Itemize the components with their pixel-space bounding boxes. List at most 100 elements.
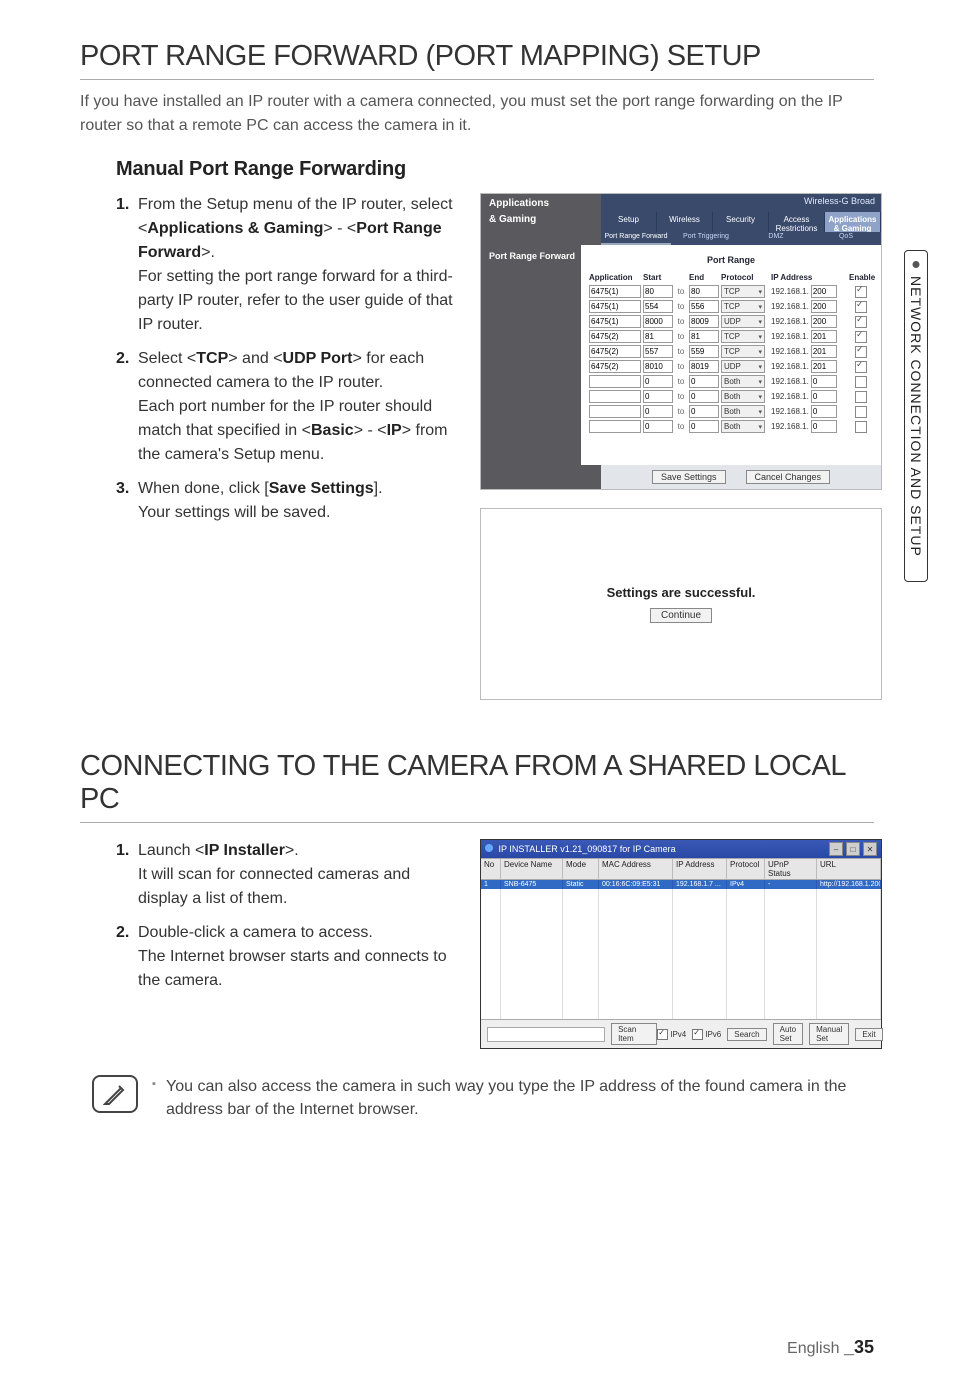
app-input[interactable] xyxy=(589,405,641,418)
start-input[interactable] xyxy=(643,330,673,343)
enable-checkbox[interactable] xyxy=(855,331,867,343)
protocol-select[interactable]: TCP▾ xyxy=(721,285,765,298)
enable-checkbox[interactable] xyxy=(855,406,867,418)
protocol-select[interactable]: TCP▾ xyxy=(721,330,765,343)
enable-checkbox[interactable] xyxy=(855,316,867,328)
ip-input[interactable] xyxy=(811,360,837,373)
start-input[interactable] xyxy=(643,390,673,403)
start-input[interactable] xyxy=(643,405,673,418)
end-input[interactable] xyxy=(689,285,719,298)
end-input[interactable] xyxy=(689,360,719,373)
end-input[interactable] xyxy=(689,300,719,313)
ip-input[interactable] xyxy=(811,390,837,403)
ip-input[interactable] xyxy=(811,345,837,358)
end-input[interactable] xyxy=(689,345,719,358)
end-input[interactable] xyxy=(689,315,719,328)
start-input[interactable] xyxy=(643,375,673,388)
close-icon[interactable]: ✕ xyxy=(863,842,877,856)
protocol-select[interactable]: Both▾ xyxy=(721,390,765,403)
step-3-line2: Your settings will be saved. xyxy=(138,504,330,521)
ip-input[interactable] xyxy=(811,315,837,328)
enable-checkbox[interactable] xyxy=(855,346,867,358)
ipi-ipv6-checkbox[interactable]: IPv6 xyxy=(692,1029,721,1040)
protocol-select[interactable]: Both▾ xyxy=(721,405,765,418)
minimize-icon[interactable]: – xyxy=(829,842,843,856)
continue-button[interactable]: Continue xyxy=(650,608,712,623)
end-input[interactable] xyxy=(689,420,719,433)
app-input[interactable] xyxy=(589,375,641,388)
enable-checkbox[interactable] xyxy=(855,421,867,433)
app-input[interactable] xyxy=(589,315,641,328)
enable-checkbox[interactable] xyxy=(855,391,867,403)
ipi-scan-item-button[interactable]: Scan Item xyxy=(611,1023,657,1045)
app-input[interactable] xyxy=(589,300,641,313)
router-subtab-prf[interactable]: Port Range Forward xyxy=(601,232,671,245)
app-input[interactable] xyxy=(589,345,641,358)
protocol-select[interactable]: Both▾ xyxy=(721,375,765,388)
router-subtab-pt[interactable]: Port Triggering xyxy=(671,232,741,245)
router-tab-security[interactable]: Security xyxy=(713,212,769,232)
app-input[interactable] xyxy=(589,285,641,298)
to-label: to xyxy=(675,392,687,401)
ip-input[interactable] xyxy=(811,375,837,388)
router-tab-setup[interactable]: Setup xyxy=(601,212,657,232)
ip-input[interactable] xyxy=(811,300,837,313)
router-tab-wireless[interactable]: Wireless xyxy=(657,212,713,232)
ip-input[interactable] xyxy=(811,405,837,418)
chevron-down-icon: ▾ xyxy=(758,288,762,296)
router-brand: Wireless-G Broad xyxy=(601,194,881,212)
end-input[interactable] xyxy=(689,390,719,403)
ipi-ipv4-checkbox[interactable]: IPv4 xyxy=(657,1029,686,1040)
protocol-select[interactable]: UDP▾ xyxy=(721,360,765,373)
step-1: 1. From the Setup menu of the IP router,… xyxy=(116,193,460,337)
ip-input[interactable] xyxy=(811,330,837,343)
start-input[interactable] xyxy=(643,285,673,298)
router-cancel-changes-button[interactable]: Cancel Changes xyxy=(746,470,831,484)
start-input[interactable] xyxy=(643,360,673,373)
router-th-app: Application xyxy=(589,273,641,282)
protocol-select[interactable]: Both▾ xyxy=(721,420,765,433)
maximize-icon[interactable]: □ xyxy=(846,842,860,856)
protocol-select[interactable]: TCP▾ xyxy=(721,345,765,358)
start-input[interactable] xyxy=(643,345,673,358)
app-input[interactable] xyxy=(589,420,641,433)
subheading-manual-prf: Manual Port Range Forwarding xyxy=(116,158,874,181)
ipi-scan-input[interactable] xyxy=(487,1027,605,1042)
ipi-search-button[interactable]: Search xyxy=(727,1028,766,1041)
ip-input[interactable] xyxy=(811,285,837,298)
ipi-camera-row[interactable]: 1 SNB-6475 Static 00:16:6C:09:E5:31 192.… xyxy=(481,880,881,889)
app-input[interactable] xyxy=(589,360,641,373)
router-tab-access[interactable]: Access Restrictions xyxy=(769,212,825,232)
enable-checkbox[interactable] xyxy=(855,376,867,388)
footer-language: English xyxy=(787,1340,839,1357)
enable-checkbox[interactable] xyxy=(855,361,867,373)
enable-checkbox[interactable] xyxy=(855,286,867,298)
router-subtab-qos[interactable]: QoS xyxy=(811,232,881,245)
ip-prefix: 192.168.1. xyxy=(771,287,809,296)
router-subtab-dmz[interactable]: DMZ xyxy=(741,232,811,245)
stepb-1-line2: It will scan for connected cameras and d… xyxy=(138,866,410,907)
step-2-number: 2. xyxy=(116,347,129,371)
ipi-manualset-button[interactable]: Manual Set xyxy=(809,1023,849,1045)
app-input[interactable] xyxy=(589,330,641,343)
ip-input[interactable] xyxy=(811,420,837,433)
app-input[interactable] xyxy=(589,390,641,403)
start-input[interactable] xyxy=(643,420,673,433)
stepb-2-number: 2. xyxy=(116,921,129,945)
end-input[interactable] xyxy=(689,405,719,418)
ipi-cell-mac: 00:16:6C:09:E5:31 xyxy=(599,880,673,889)
start-input[interactable] xyxy=(643,300,673,313)
ipi-autoset-button[interactable]: Auto Set xyxy=(773,1023,803,1045)
router-tab-apps-gaming[interactable]: Applications & Gaming xyxy=(825,212,881,232)
router-save-settings-button[interactable]: Save Settings xyxy=(652,470,726,484)
protocol-select[interactable]: UDP▾ xyxy=(721,315,765,328)
to-label: to xyxy=(675,317,687,326)
protocol-select[interactable]: TCP▾ xyxy=(721,300,765,313)
router-port-row: toTCP▾192.168.1. xyxy=(587,299,875,314)
enable-checkbox[interactable] xyxy=(855,301,867,313)
end-input[interactable] xyxy=(689,375,719,388)
ipi-exit-button[interactable]: Exit xyxy=(855,1028,882,1041)
ipi-th-no: No xyxy=(481,859,501,879)
start-input[interactable] xyxy=(643,315,673,328)
end-input[interactable] xyxy=(689,330,719,343)
